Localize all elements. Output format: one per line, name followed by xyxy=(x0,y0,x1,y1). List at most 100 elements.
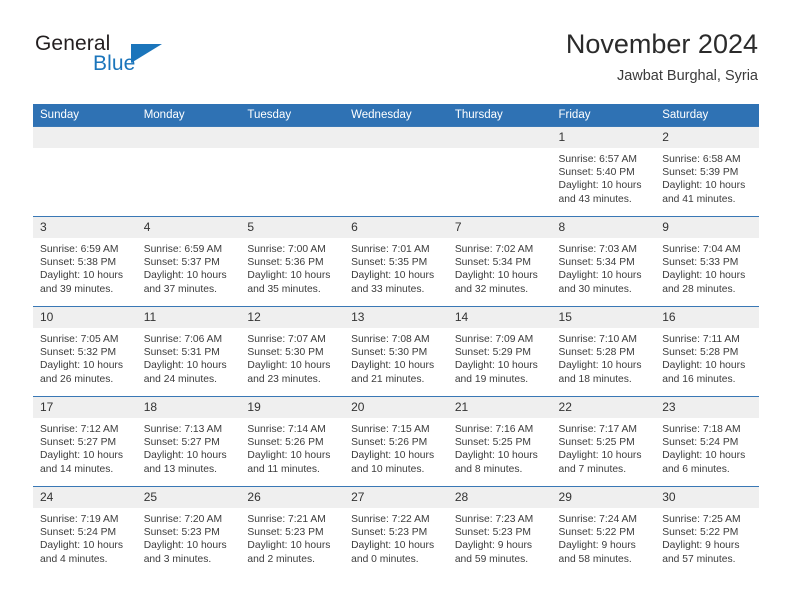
calendar-day-cell[interactable]: 18 Sunrise: 7:13 AM Sunset: 5:27 PM Dayligh… xyxy=(136,396,241,487)
sunset-text: Sunset: 5:40 PM xyxy=(558,167,635,179)
day-details: Sunrise: 7:22 AM Sunset: 5:23 PM Daylight:… xyxy=(344,508,448,566)
day-number: 6 xyxy=(344,217,448,238)
day-number: 18 xyxy=(136,397,241,418)
daylight-text: Daylight: 10 hours and 32 minutes. xyxy=(454,270,538,295)
sunset-text: Sunset: 5:34 PM xyxy=(558,257,635,269)
sunset-text: Sunset: 5:28 PM xyxy=(558,347,635,359)
day-number: 7 xyxy=(447,217,552,238)
calendar-week-row: 17 Sunrise: 7:12 AM Sunset: 5:27 PM Dayligh… xyxy=(33,396,759,487)
sunset-text: Sunset: 5:37 PM xyxy=(143,257,220,269)
sunset-text: Sunset: 5:25 PM xyxy=(454,437,531,449)
day-number: 16 xyxy=(655,307,759,328)
sunrise-text: Sunrise: 7:04 AM xyxy=(662,244,741,255)
day-details: Sunrise: 7:15 AM Sunset: 5:26 PM Daylight:… xyxy=(344,418,448,476)
sunrise-text: Sunrise: 7:19 AM xyxy=(40,514,119,525)
day-number: 11 xyxy=(136,307,241,328)
sunset-text: Sunset: 5:22 PM xyxy=(662,527,739,539)
day-number: 3 xyxy=(33,217,137,238)
calendar-day-cell[interactable]: 26 Sunrise: 7:21 AM Sunset: 5:23 PM Dayligh… xyxy=(240,486,345,576)
sunrise-text: Sunrise: 7:11 AM xyxy=(662,334,740,345)
daylight-text: Daylight: 10 hours and 37 minutes. xyxy=(143,270,227,295)
day-number: 25 xyxy=(136,487,241,508)
day-details: Sunrise: 7:17 AM Sunset: 5:25 PM Daylight:… xyxy=(552,418,656,476)
sunrise-text: Sunrise: 7:00 AM xyxy=(247,244,326,255)
daylight-text: Daylight: 10 hours and 3 minutes. xyxy=(143,540,227,565)
calendar-day-cell[interactable]: 22 Sunrise: 7:17 AM Sunset: 5:25 PM Dayligh… xyxy=(551,396,656,487)
day-details: Sunrise: 6:59 AM Sunset: 5:38 PM Daylight:… xyxy=(33,238,137,296)
calendar-day-cell[interactable]: 3 Sunrise: 6:59 AM Sunset: 5:38 PM Daylight… xyxy=(33,216,137,307)
sunrise-text: Sunrise: 7:21 AM xyxy=(247,514,326,525)
calendar-day-cell[interactable]: 12 Sunrise: 7:07 AM Sunset: 5:30 PM Dayligh… xyxy=(240,306,345,397)
day-number: 29 xyxy=(551,487,656,508)
calendar-day-cell[interactable]: 14 Sunrise: 7:09 AM Sunset: 5:29 PM Dayligh… xyxy=(447,306,552,397)
day-number: 15 xyxy=(551,307,656,328)
calendar-header-row: Sunday Monday Tuesday Wednesday Thursday… xyxy=(33,104,759,127)
day-details: Sunrise: 7:21 AM Sunset: 5:23 PM Daylight:… xyxy=(240,508,344,566)
calendar-day-cell[interactable]: 8 Sunrise: 7:03 AM Sunset: 5:34 PM Daylight… xyxy=(551,216,656,307)
calendar-day-cell[interactable]: 15 Sunrise: 7:10 AM Sunset: 5:28 PM Dayligh… xyxy=(551,306,656,397)
calendar-day-cell[interactable]: 23 Sunrise: 7:18 AM Sunset: 5:24 PM Dayligh… xyxy=(655,396,759,487)
day-number: 1 xyxy=(551,127,656,148)
day-details: Sunrise: 7:03 AM Sunset: 5:34 PM Daylight:… xyxy=(552,238,656,296)
sunrise-text: Sunrise: 7:14 AM xyxy=(247,424,326,435)
calendar-day-cell-empty xyxy=(344,126,448,217)
calendar-day-cell-empty xyxy=(136,126,241,217)
sunset-text: Sunset: 5:30 PM xyxy=(351,347,428,359)
calendar-day-cell[interactable]: 7 Sunrise: 7:02 AM Sunset: 5:34 PM Daylight… xyxy=(447,216,552,307)
calendar-day-cell[interactable]: 1 Sunrise: 6:57 AM Sunset: 5:40 PM Daylight… xyxy=(551,126,656,217)
day-details: Sunrise: 7:02 AM Sunset: 5:34 PM Daylight:… xyxy=(448,238,552,296)
calendar-day-cell[interactable]: 11 Sunrise: 7:06 AM Sunset: 5:31 PM Dayligh… xyxy=(136,306,241,397)
daylight-text: Daylight: 10 hours and 24 minutes. xyxy=(143,360,227,385)
calendar-day-cell[interactable]: 2 Sunrise: 6:58 AM Sunset: 5:39 PM Daylight… xyxy=(655,126,759,217)
general-blue-logo[interactable]: General Blue xyxy=(33,32,253,88)
day-details: Sunrise: 7:04 AM Sunset: 5:33 PM Daylight:… xyxy=(655,238,759,296)
daylight-text: Daylight: 10 hours and 26 minutes. xyxy=(40,360,123,385)
calendar-day-cell[interactable]: 21 Sunrise: 7:16 AM Sunset: 5:25 PM Dayligh… xyxy=(447,396,552,487)
calendar-week-row: 1 Sunrise: 6:57 AM Sunset: 5:40 PM Daylight… xyxy=(33,126,759,217)
calendar-day-cell[interactable]: 29 Sunrise: 7:24 AM Sunset: 5:22 PM Dayligh… xyxy=(551,486,656,576)
day-details: Sunrise: 7:09 AM Sunset: 5:29 PM Daylight:… xyxy=(448,328,552,386)
calendar-day-cell[interactable]: 27 Sunrise: 7:22 AM Sunset: 5:23 PM Dayligh… xyxy=(344,486,448,576)
calendar-day-cell[interactable]: 6 Sunrise: 7:01 AM Sunset: 5:35 PM Daylight… xyxy=(344,216,448,307)
sunrise-text: Sunrise: 7:09 AM xyxy=(454,334,534,345)
day-details: Sunrise: 7:10 AM Sunset: 5:28 PM Daylight:… xyxy=(552,328,656,386)
day-number: 30 xyxy=(655,487,759,508)
day-details: Sunrise: 7:14 AM Sunset: 5:26 PM Daylight:… xyxy=(240,418,344,476)
sunrise-text: Sunrise: 7:23 AM xyxy=(454,514,534,525)
calendar-day-cell[interactable]: 28 Sunrise: 7:23 AM Sunset: 5:23 PM Dayligh… xyxy=(447,486,552,576)
sunrise-text: Sunrise: 7:15 AM xyxy=(351,424,430,435)
calendar-day-cell[interactable]: 30 Sunrise: 7:25 AM Sunset: 5:22 PM Dayligh… xyxy=(655,486,759,576)
daylight-text: Daylight: 10 hours and 33 minutes. xyxy=(351,270,435,295)
sunset-text: Sunset: 5:32 PM xyxy=(40,347,117,359)
day-number: 2 xyxy=(655,127,759,148)
sunset-text: Sunset: 5:35 PM xyxy=(351,257,428,269)
calendar-day-cell[interactable]: 17 Sunrise: 7:12 AM Sunset: 5:27 PM Dayligh… xyxy=(33,396,137,487)
page-title: November 2024 xyxy=(565,29,758,59)
calendar-day-cell[interactable]: 20 Sunrise: 7:15 AM Sunset: 5:26 PM Dayligh… xyxy=(344,396,448,487)
calendar-day-cell[interactable]: 5 Sunrise: 7:00 AM Sunset: 5:36 PM Daylight… xyxy=(240,216,345,307)
sunrise-text: Sunrise: 6:59 AM xyxy=(40,244,119,255)
calendar-day-cell[interactable]: 10 Sunrise: 7:05 AM Sunset: 5:32 PM Dayligh… xyxy=(33,306,137,397)
calendar-day-cell[interactable]: 24 Sunrise: 7:19 AM Sunset: 5:24 PM Dayligh… xyxy=(33,486,137,576)
calendar-day-cell[interactable]: 25 Sunrise: 7:20 AM Sunset: 5:23 PM Dayligh… xyxy=(136,486,241,576)
daylight-text: Daylight: 10 hours and 11 minutes. xyxy=(247,450,331,475)
calendar-day-cell[interactable]: 19 Sunrise: 7:14 AM Sunset: 5:26 PM Dayligh… xyxy=(240,396,345,487)
day-details: Sunrise: 7:00 AM Sunset: 5:36 PM Daylight:… xyxy=(240,238,344,296)
day-number: 17 xyxy=(33,397,137,418)
sunrise-text: Sunrise: 7:07 AM xyxy=(247,334,326,345)
calendar-day-cell[interactable]: 9 Sunrise: 7:04 AM Sunset: 5:33 PM Daylight… xyxy=(655,216,759,307)
day-number: 19 xyxy=(240,397,345,418)
weekday-header-wednesday: Wednesday xyxy=(344,104,448,127)
calendar-day-cell[interactable]: 4 Sunrise: 6:59 AM Sunset: 5:37 PM Daylight… xyxy=(136,216,241,307)
day-number: 26 xyxy=(240,487,345,508)
calendar-day-cell[interactable]: 16 Sunrise: 7:11 AM Sunset: 5:28 PM Dayligh… xyxy=(655,306,759,397)
calendar-day-cell[interactable]: 13 Sunrise: 7:08 AM Sunset: 5:30 PM Dayligh… xyxy=(344,306,448,397)
sunset-text: Sunset: 5:26 PM xyxy=(351,437,428,449)
daylight-text: Daylight: 10 hours and 7 minutes. xyxy=(558,450,642,475)
page-header: General Blue November 2024 Jawbat Burgha… xyxy=(33,28,758,96)
day-number: 24 xyxy=(33,487,137,508)
sunset-text: Sunset: 5:34 PM xyxy=(454,257,531,269)
page-subtitle: Jawbat Burghal, Syria xyxy=(616,68,758,84)
sunset-text: Sunset: 5:29 PM xyxy=(454,347,531,359)
sunset-text: Sunset: 5:22 PM xyxy=(558,527,635,539)
